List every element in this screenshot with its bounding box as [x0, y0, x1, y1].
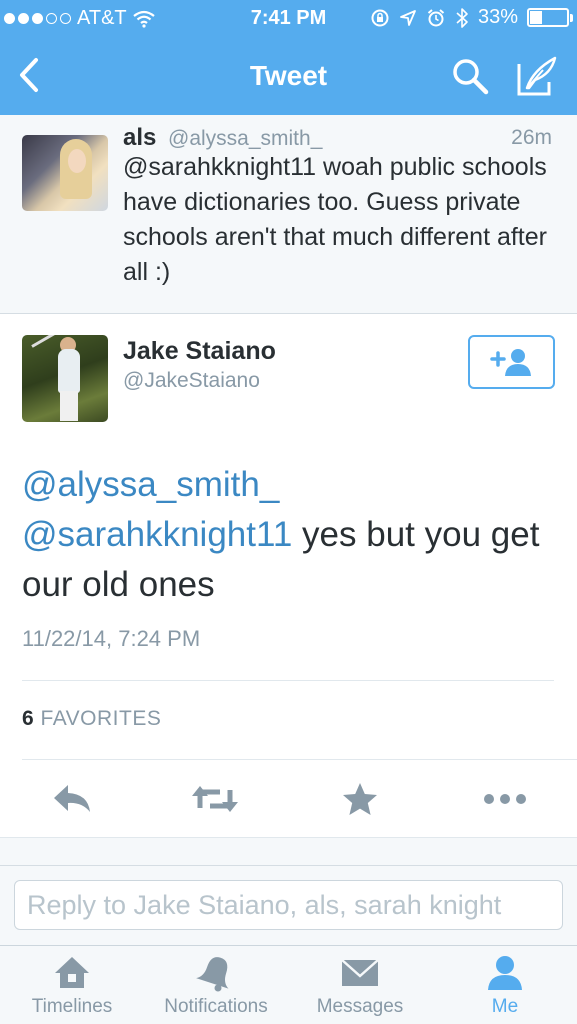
more-icon — [484, 794, 526, 804]
alarm-icon — [427, 8, 445, 26]
tab-label: Timelines — [31, 996, 113, 1017]
tab-notifications[interactable]: Notifications — [144, 946, 288, 1024]
favorites-count[interactable]: 6 FAVORITES — [22, 707, 161, 731]
person-icon — [488, 956, 522, 990]
reply-input[interactable] — [14, 880, 563, 930]
tweet-text: @sarahkknight11 woah public schools have… — [123, 153, 547, 286]
reply-button[interactable] — [47, 775, 97, 823]
status-bar: AT&T 7:41 PM 33% — [0, 0, 577, 38]
tweet-text: @alyssa_smith_ @sarahkknight11 yes but yo… — [22, 460, 562, 610]
tab-label: Me — [491, 996, 519, 1017]
reply-icon — [54, 785, 90, 812]
author-handle[interactable]: @JakeStaiano — [123, 369, 260, 393]
compose-tweet-button[interactable] — [515, 54, 559, 98]
favorites-label: FAVORITES — [40, 707, 162, 730]
tweet-actions — [0, 775, 577, 825]
favorites-number: 6 — [22, 707, 35, 730]
location-icon — [400, 9, 416, 26]
tab-label: Messages — [316, 996, 404, 1017]
star-icon — [343, 783, 377, 815]
home-icon — [55, 957, 89, 988]
author-handle: @alyssa_smith_ — [168, 127, 323, 150]
mention-link[interactable]: @alyssa_smith_ — [22, 465, 279, 504]
battery-percent: 33% — [477, 6, 518, 28]
section-spacer — [0, 837, 577, 865]
bluetooth-icon — [456, 7, 468, 28]
author-name[interactable]: Jake Staiano — [123, 337, 276, 366]
in-reply-to-tweet[interactable]: als @alyssa_smith_ 26m @sarahkknight11 w… — [0, 115, 577, 314]
tab-bar: Timelines Notifications Messages Me — [0, 945, 577, 1024]
battery-icon — [527, 8, 573, 27]
rotation-lock-icon — [371, 9, 389, 26]
tab-me[interactable]: Me — [433, 946, 577, 1024]
reply-bar — [0, 865, 577, 945]
retweet-button[interactable] — [190, 775, 240, 823]
tab-label: Notifications — [164, 996, 268, 1017]
retweet-icon — [192, 786, 238, 812]
search-button[interactable] — [450, 56, 490, 96]
envelope-icon — [341, 959, 379, 986]
tab-timelines[interactable]: Timelines — [0, 946, 144, 1024]
tweet-timestamp: 11/22/14, 7:24 PM — [22, 626, 201, 651]
more-options-button[interactable] — [480, 775, 530, 823]
follow-button[interactable] — [468, 335, 555, 389]
top-bar: AT&T 7:41 PM 33% Tweet — [0, 0, 577, 115]
page-title: Tweet — [249, 60, 328, 91]
favorite-button[interactable] — [335, 775, 385, 823]
mention-link[interactable]: @sarahkknight11 — [22, 515, 292, 554]
divider — [22, 680, 554, 681]
divider — [22, 759, 577, 760]
tweet-age: 26m — [511, 126, 552, 149]
tab-messages[interactable]: Messages — [288, 946, 432, 1024]
navigation-bar: Tweet — [0, 38, 577, 115]
tweet-detail: Jake Staiano @JakeStaiano @alyssa_smith_… — [0, 315, 577, 835]
avatar[interactable] — [22, 135, 108, 211]
bell-icon — [196, 957, 229, 992]
avatar[interactable] — [22, 335, 108, 422]
author-name: als — [123, 124, 157, 151]
add-user-icon — [489, 349, 531, 376]
